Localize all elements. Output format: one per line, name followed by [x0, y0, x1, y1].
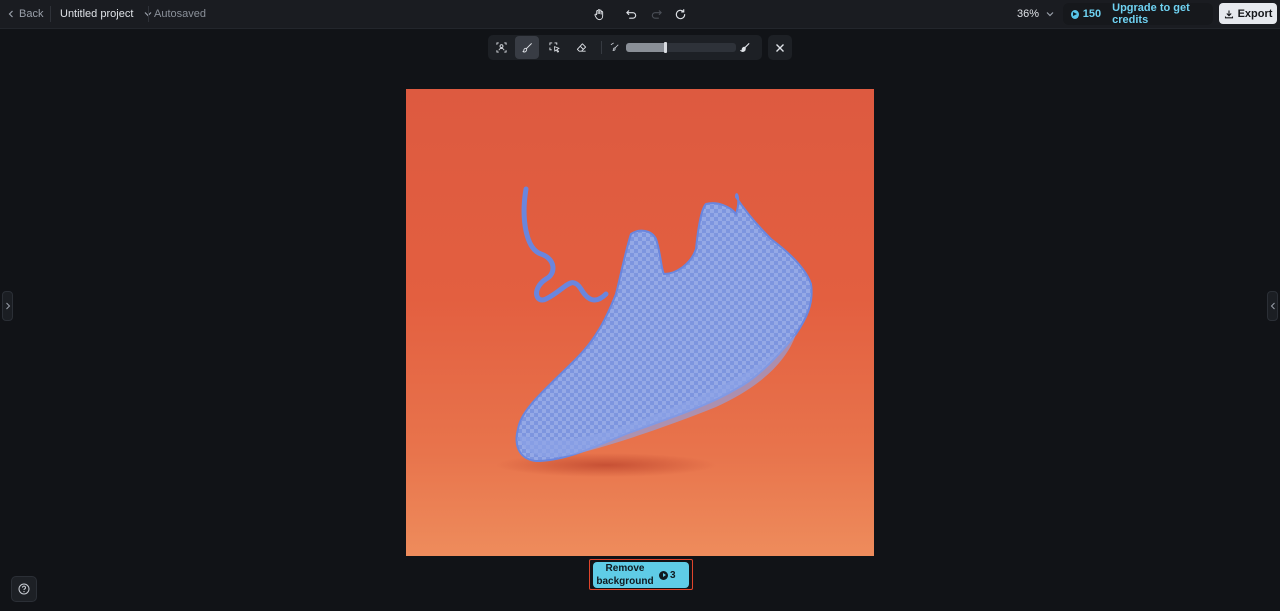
export-label: Export: [1237, 7, 1273, 20]
credit-cost-value: 3: [670, 569, 676, 581]
top-bar: Back Untitled project Autosaved 36% 150 …: [0, 0, 1280, 29]
brush-tool[interactable]: [515, 36, 539, 59]
lasso-select-icon: [548, 42, 559, 53]
eraser-icon: [576, 43, 586, 52]
close-icon: [776, 43, 784, 52]
remove-background-label: Remove background: [593, 562, 657, 588]
credits-panel: 150 Upgrade to get credits: [1063, 2, 1213, 26]
divider: [148, 6, 149, 22]
chevron-left-icon: [8, 10, 13, 17]
credit-cost: 3: [659, 570, 676, 581]
eraser-tool[interactable]: [569, 36, 593, 59]
close-mask-button[interactable]: [768, 35, 792, 60]
project-name-dropdown[interactable]: Untitled project: [60, 0, 153, 27]
slider-thumb[interactable]: [664, 42, 667, 53]
zoom-dropdown[interactable]: 36%: [1017, 0, 1055, 27]
remove-background-button[interactable]: Remove background 3: [593, 562, 689, 588]
redo-button[interactable]: [646, 4, 666, 24]
right-panel-toggle[interactable]: [1267, 291, 1278, 321]
chevron-down-icon: [1046, 11, 1054, 16]
brush-small-icon: [610, 42, 619, 51]
undo-button[interactable]: [621, 4, 641, 24]
export-button[interactable]: Export: [1219, 3, 1277, 24]
help-icon: [18, 583, 30, 595]
refresh-icon: [675, 8, 685, 19]
remove-label-line1: Remove: [605, 563, 645, 574]
remove-background-highlight: Remove background 3: [589, 559, 693, 590]
brush-large-icon: [739, 42, 750, 52]
canvas-image[interactable]: [406, 89, 874, 556]
hand-tool-button[interactable]: [589, 4, 609, 24]
divider: [50, 6, 51, 22]
redo-icon: [651, 9, 662, 19]
hand-icon: [594, 8, 603, 20]
slider-fill: [626, 43, 665, 52]
divider: [601, 41, 602, 54]
coin-icon: [1071, 9, 1079, 19]
chevron-right-icon: [5, 302, 10, 310]
help-button[interactable]: [11, 576, 37, 602]
zoom-level: 36%: [1017, 7, 1040, 20]
project-name: Untitled project: [60, 7, 134, 20]
coin-icon: [659, 570, 668, 580]
brush-size-slider[interactable]: [626, 42, 736, 53]
subject-select-tool[interactable]: [489, 36, 513, 59]
mask-toolbar: [488, 35, 762, 60]
left-panel-toggle[interactable]: [2, 291, 13, 321]
upgrade-link[interactable]: Upgrade to get credits: [1112, 2, 1213, 26]
download-icon: [1224, 10, 1233, 18]
lasso-select-tool[interactable]: [542, 36, 566, 59]
refresh-button[interactable]: [670, 4, 690, 24]
credits-count: 150: [1082, 8, 1102, 20]
remove-label-line2: background: [596, 576, 654, 587]
undo-icon: [625, 9, 636, 19]
sneaker-photo: [496, 186, 813, 477]
save-status: Autosaved: [154, 7, 206, 20]
brush-size-large-icon: [733, 36, 757, 59]
back-label: Back: [19, 7, 44, 20]
shoe-lace: [521, 186, 609, 303]
brush-icon: [521, 43, 532, 53]
brush-size-small-icon: [603, 36, 627, 59]
person-select-icon: [495, 42, 507, 53]
chevron-left-icon: [1270, 302, 1275, 310]
back-button[interactable]: Back: [6, 0, 43, 27]
